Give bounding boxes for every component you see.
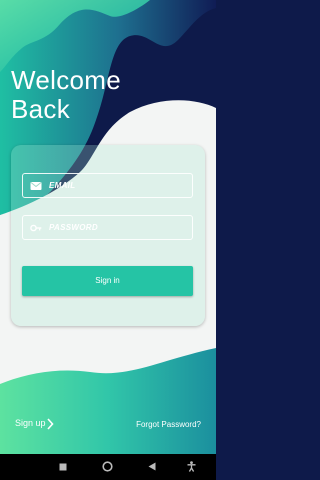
recents-square-icon[interactable]: [59, 463, 67, 471]
accessibility-icon[interactable]: [187, 461, 196, 472]
back-triangle-icon[interactable]: [148, 462, 156, 471]
title-line-2: Back: [11, 94, 71, 124]
password-placeholder: PASSWORD: [49, 223, 98, 232]
password-field[interactable]: PASSWORD: [22, 215, 193, 240]
title-line-1: Welcome: [11, 65, 121, 95]
mail-icon: [30, 182, 42, 190]
system-nav-bar: [0, 454, 216, 480]
page-title: Welcome Back: [11, 66, 121, 124]
status-bar: [0, 0, 216, 18]
key-icon: [30, 224, 42, 232]
email-field[interactable]: EMAIL: [22, 173, 193, 198]
home-circle-icon[interactable]: [102, 461, 113, 472]
sign-in-button[interactable]: Sign in: [22, 266, 193, 296]
chevron-right-icon[interactable]: [46, 418, 54, 430]
forgot-password-link[interactable]: Forgot Password?: [136, 420, 201, 429]
sign-up-link[interactable]: Sign up: [15, 418, 46, 428]
email-placeholder: EMAIL: [49, 181, 76, 190]
